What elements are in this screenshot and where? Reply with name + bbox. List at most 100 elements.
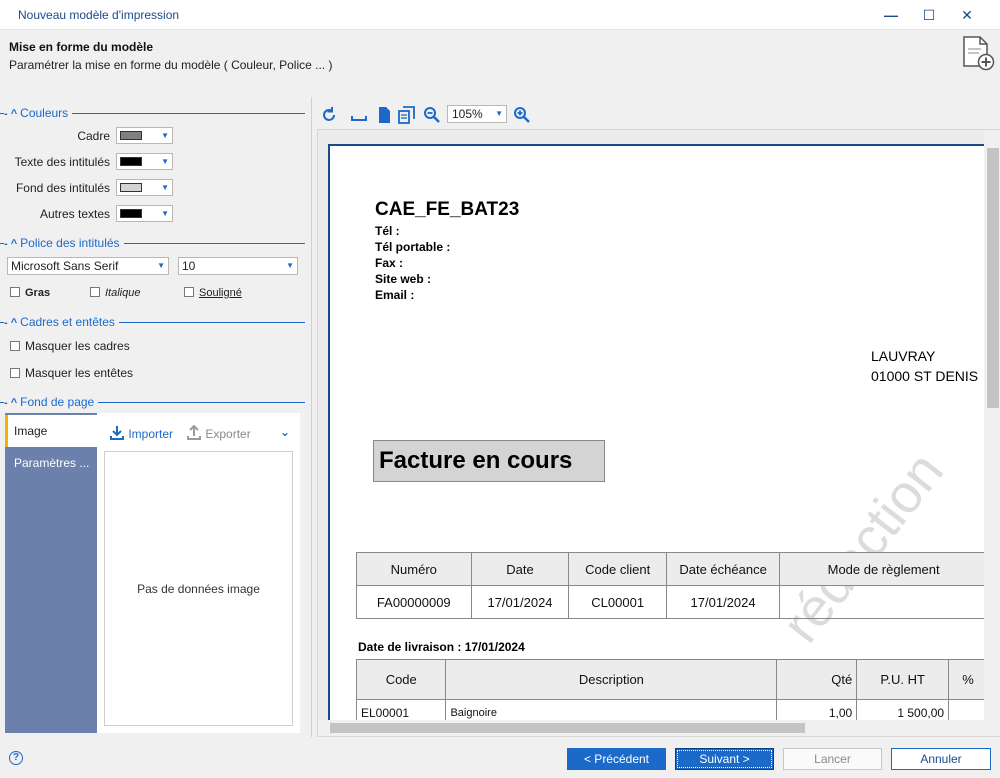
zoom-out-icon[interactable] [423,106,441,124]
preview-toolbar: 105% ▼ [312,97,1000,129]
font-family-select[interactable]: Microsoft Sans Serif ▼ [7,257,169,275]
previous-button[interactable]: < Précédent [567,748,666,770]
collapse-chevron-icon[interactable]: - ^ [4,317,17,329]
image-tab-panel: Importer Exporter ⌄ Pas de données image [97,413,300,733]
vertical-scrollbar[interactable] [984,130,1000,736]
importer-button[interactable]: Importer [109,425,173,441]
multi-page-icon[interactable] [398,106,416,124]
preview-viewport[interactable]: rédaction CAE_FE_BAT23 Tél : Tél portabl… [317,129,1000,737]
collapse-chevron-icon[interactable]: - ^ [4,397,17,409]
tab-image[interactable]: Image [5,415,97,447]
format-options-panel: - ^ Couleurs Cadre ▼ Texte des intitulés … [0,97,310,737]
table-cell [779,585,988,619]
masquer-entetes-checkbox[interactable]: Masquer les entêtes [10,366,133,380]
maximize-button[interactable]: ☐ [914,4,944,26]
dropdown-arrow-icon: ▼ [161,209,169,218]
dropdown-arrow-icon: ▼ [161,131,169,140]
collapse-chevron-icon[interactable]: - ^ [4,238,17,250]
single-page-icon[interactable] [375,106,393,124]
section-title: Police des intitulés [20,236,120,250]
new-document-icon [963,36,995,71]
document-title: Facture en cours [373,440,605,482]
upload-icon [187,424,201,440]
zoom-value: 105% [452,107,483,121]
gras-label: Gras [25,287,51,299]
checkbox-box[interactable] [184,287,194,297]
masquer-cadres-checkbox[interactable]: Masquer les cadres [10,339,130,353]
checkbox-box[interactable] [90,287,100,297]
gras-checkbox[interactable]: Gras [10,287,50,299]
section-police[interactable]: - ^ Police des intitulés [0,235,305,251]
section-fond[interactable]: - ^ Fond de page [0,394,305,410]
section-couleurs[interactable]: - ^ Couleurs [0,105,305,121]
section-cadres[interactable]: - ^ Cadres et entêtes [0,314,305,330]
title-bar: Nouveau modèle d'impression — ☐ ✕ [0,0,1000,30]
image-toolbar: Importer Exporter ⌄ [97,413,300,447]
table-header-cell: Code [355,659,447,700]
checkbox-box[interactable] [10,368,20,378]
cadre-label: Cadre [77,129,110,143]
tab-parametres[interactable]: Paramètres ... [5,447,97,479]
table-header-cell: Date échéance [665,552,781,586]
table-header-cell: % [948,659,988,700]
delivery-date: Date de livraison : 17/01/2024 [358,640,525,654]
invoice-page: rédaction CAE_FE_BAT23 Tél : Tél portabl… [328,144,988,736]
table-cell: CL00001 [568,585,667,619]
italique-checkbox[interactable]: Italique [90,287,140,299]
souligne-label: Souligné [199,287,242,299]
invoice-info-table: Numéro Date Code client Date échéance Mo… [356,552,988,619]
importer-label: Importer [128,427,174,441]
masquer-entetes-label: Masquer les entêtes [25,366,134,380]
help-icon[interactable]: ? [9,751,23,765]
souligne-checkbox[interactable]: Souligné [184,287,242,299]
dropdown-arrow-icon: ▼ [286,261,294,270]
font-size-value: 10 [182,259,196,273]
zoom-in-icon[interactable] [513,106,531,124]
texte-intitules-color-picker[interactable]: ▼ [116,153,173,170]
client-city: 01000 ST DENIS [871,368,979,384]
more-chevron-icon[interactable]: ⌄ [280,425,290,439]
table-header-cell: Date [470,552,570,586]
page-width-icon[interactable] [350,106,368,124]
horizontal-scrollbar[interactable] [318,720,1000,736]
refresh-icon[interactable] [320,106,338,124]
table-header-cell: Mode de règlement [779,552,988,586]
contact-line: Fax : [375,256,404,270]
autres-textes-color-picker[interactable]: ▼ [116,205,173,222]
next-button[interactable]: Suivant > [675,748,774,770]
launch-button: Lancer [783,748,882,770]
image-preview-box: Pas de données image [104,451,293,726]
print-preview-panel: 105% ▼ rédaction CAE_FE_BAT23 Tél : Tél p… [311,97,1000,737]
fond-intitules-color-picker[interactable]: ▼ [116,179,173,196]
checkbox-box[interactable] [10,341,20,351]
wizard-header: Mise en forme du modèle Paramétrer la mi… [0,31,1000,97]
color-swatch [120,131,142,140]
close-button[interactable]: ✕ [952,4,982,26]
fond-intitules-label: Fond des intitulés [15,181,110,195]
scroll-thumb[interactable] [987,148,999,408]
font-size-select[interactable]: 10 ▼ [178,257,298,275]
checkbox-box[interactable] [10,287,20,297]
window-title: Nouveau modèle d'impression [18,8,180,22]
minimize-button[interactable]: — [876,4,906,26]
zoom-select[interactable]: 105% ▼ [447,105,507,123]
font-family-value: Microsoft Sans Serif [11,259,119,273]
cancel-button[interactable]: Annuler [891,748,991,770]
wizard-footer: ? < Précédent Suivant > Lancer Annuler [0,738,1000,778]
table-header-cell: Description [445,659,778,700]
cadre-color-picker[interactable]: ▼ [116,127,173,144]
client-name: LAUVRAY [871,348,936,364]
scroll-thumb[interactable] [330,723,805,733]
section-title: Cadres et entêtes [20,315,115,329]
color-swatch [120,209,142,218]
dropdown-arrow-icon: ▼ [495,109,503,118]
exporter-label: Exporter [205,427,251,441]
section-title: Fond de page [20,395,95,409]
company-contact: Tél : Tél portable : Fax : Site web : Em… [375,223,450,303]
contact-line: Email : [375,288,415,302]
table-cell: FA00000009 [356,585,472,619]
collapse-chevron-icon[interactable]: - ^ [4,108,17,120]
masquer-cadres-label: Masquer les cadres [25,339,130,353]
download-icon [110,426,124,440]
step-title: Mise en forme du modèle [9,40,154,54]
